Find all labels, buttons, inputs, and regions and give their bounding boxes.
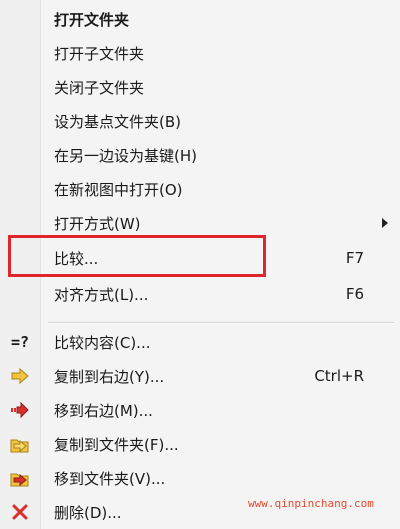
menu-item-label: 在另一边设为基键(H): [54, 146, 197, 165]
menu-item-copy-to-folder[interactable]: 复制到文件夹(F)...: [0, 429, 400, 459]
menu-item-open-with[interactable]: 打开方式(W): [0, 208, 400, 238]
menu-item-align-with[interactable]: 对齐方式(L)... F6: [0, 279, 400, 309]
menu-item-open-in-new-view[interactable]: 在新视图中打开(O): [0, 174, 400, 204]
menu-separator: [48, 322, 394, 324]
menu-item-label: 复制到右边(Y)...: [54, 367, 165, 386]
menu-item-label: 关闭子文件夹: [54, 78, 145, 97]
menu-item-close-subfolder[interactable]: 关闭子文件夹: [0, 72, 400, 102]
move-to-folder-icon: [8, 466, 32, 490]
menu-item-move-to-right[interactable]: 移到右边(M)...: [0, 395, 400, 425]
menu-item-label: 打开文件夹: [54, 10, 130, 29]
compare-contents-icon: =?: [10, 333, 30, 351]
menu-item-open-folder[interactable]: 打开文件夹: [0, 4, 400, 34]
menu-item-open-subfolder[interactable]: 打开子文件夹: [0, 38, 400, 68]
menu-item-label: 设为基点文件夹(B): [54, 112, 181, 131]
context-menu: 打开文件夹 打开子文件夹 关闭子文件夹 设为基点文件夹(B) 在另一边设为基键(…: [0, 0, 400, 529]
menu-item-label: 打开方式(W): [54, 214, 141, 233]
highlight-box: [8, 235, 266, 277]
menu-item-set-base-other-side[interactable]: 在另一边设为基键(H): [0, 140, 400, 170]
menu-item-label: 在新视图中打开(O): [54, 180, 183, 199]
delete-x-icon: [8, 500, 32, 524]
menu-item-label: 移到文件夹(V)...: [54, 469, 166, 488]
menu-item-set-base-folder[interactable]: 设为基点文件夹(B): [0, 106, 400, 136]
copy-to-folder-icon: [8, 432, 32, 456]
menu-item-label: 对齐方式(L)...: [54, 285, 149, 304]
menu-item-compare-contents[interactable]: =? 比较内容(C)...: [0, 327, 400, 357]
submenu-arrow-icon: [382, 218, 388, 228]
menu-item-copy-to-right[interactable]: 复制到右边(Y)... Ctrl+R: [0, 361, 400, 391]
menu-item-label: 复制到文件夹(F)...: [54, 435, 179, 454]
menu-item-shortcut: Ctrl+R: [314, 367, 364, 385]
watermark-text: www.qinpinchang.com: [248, 497, 374, 510]
copy-right-arrow-icon: [8, 364, 32, 388]
menu-item-move-to-folder[interactable]: 移到文件夹(V)...: [0, 463, 400, 493]
menu-item-label: 比较内容(C)...: [54, 333, 151, 352]
move-right-arrow-icon: [8, 398, 32, 422]
menu-item-shortcut: F6: [345, 285, 364, 303]
menu-item-shortcut: F7: [345, 249, 364, 267]
menu-item-label: 打开子文件夹: [54, 44, 145, 63]
menu-item-label: 移到右边(M)...: [54, 401, 153, 420]
menu-item-label: 删除(D)...: [54, 503, 122, 522]
